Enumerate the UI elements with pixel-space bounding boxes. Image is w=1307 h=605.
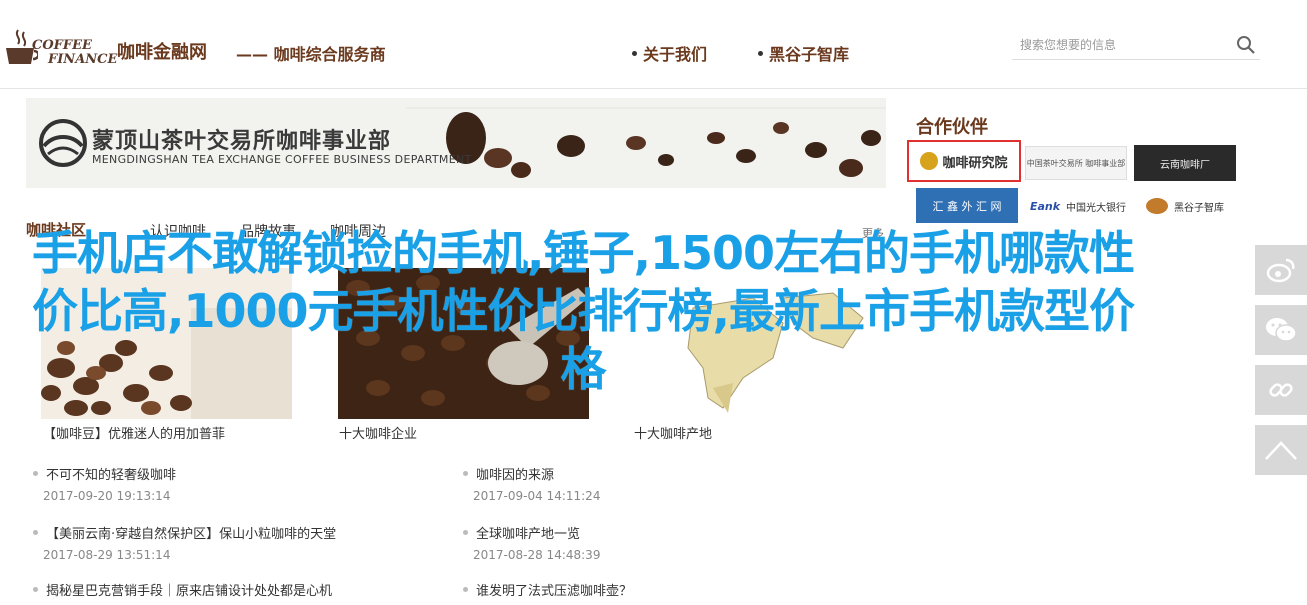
card-caption[interactable]: 十大咖啡产地 [634,423,712,442]
partner-ceb-bank[interactable]: Eank 中国光大银行 [1025,190,1131,222]
partner-label: 咖啡研究院 [942,155,1008,171]
search-box [1012,30,1260,60]
partner-coffee-research[interactable]: 咖啡研究院 [907,140,1021,182]
news-item[interactable]: 全球咖啡产地一览 2017-08-28 14:48:39 [463,523,843,569]
card-caption[interactable]: 十大咖啡企业 [339,423,417,442]
news-title: 揭秘星巴克营销手段｜原来店铺设计处处都是心机 [46,584,333,599]
partner-label: 云南咖啡厂 [1160,159,1210,171]
site-tagline: —— 咖啡综合服务商 [236,45,386,64]
nav-bullet-icon [758,51,763,56]
share-link-button[interactable] [1255,365,1307,415]
news-item[interactable]: 谁发明了法式压滤咖啡壶？ [463,580,843,605]
news-item[interactable]: 【美丽云南·穿越自然保护区】保山小粒咖啡的天堂 2017-08-29 13:51… [33,523,413,569]
nav-label: 黑谷子智库 [769,45,850,64]
bullet-icon [33,530,38,535]
partner-heiguzi[interactable]: 黑谷子智库 [1134,190,1236,222]
news-date: 2017-09-20 19:13:14 [43,489,171,503]
news-title: 全球咖啡产地一览 [476,527,581,542]
news-date: 2017-08-29 13:51:14 [43,548,171,562]
wechat-icon [1266,318,1297,342]
logo-text-finance: FINANCE [48,52,118,67]
site-title[interactable]: 咖啡金融网 [117,38,207,64]
news-title: 【美丽云南·穿越自然保护区】保山小粒咖啡的天堂 [46,527,337,542]
partner-brand: Eank [1029,199,1061,213]
partner-yunnan-coffee[interactable]: 云南咖啡厂 [1134,145,1236,181]
news-item[interactable]: 咖啡因的来源 2017-09-04 14:11:24 [463,464,843,510]
partner-label: 中国光大银行 [1066,202,1127,214]
site-header: COFFEE FINANCE 咖啡金融网 —— 咖啡综合服务商 关于我们 黑谷子… [0,0,1307,89]
bullet-icon [463,530,468,535]
news-date: 2017-09-04 14:11:24 [473,489,601,503]
weibo-icon [1266,258,1295,283]
share-weibo-button[interactable] [1255,245,1307,295]
coffee-bean-icon [1146,198,1168,214]
banner-subtitle: MENGDINGSHAN TEA EXCHANGE COFFEE BUSINES… [92,153,472,166]
banner-title: 蒙顶山茶叶交易所咖啡事业部 [92,129,392,154]
search-icon[interactable] [1236,35,1256,55]
news-title: 谁发明了法式压滤咖啡壶？ [476,584,633,599]
bullet-icon [463,471,468,476]
nav-bullet-icon [632,51,637,56]
back-to-top-icon [1265,441,1297,460]
bullet-icon [463,587,468,592]
nav-label: 关于我们 [643,45,708,64]
site-logo[interactable]: COFFEE FINANCE [4,14,117,70]
logo-text-coffee: COFFEE [32,38,92,53]
nav-link-think-tank[interactable]: 黑谷子智库 [758,41,849,65]
share-wechat-button[interactable] [1255,305,1307,355]
partners-title: 合作伙伴 [916,117,988,138]
partner-label: 中国茶叶交易所 咖啡事业部 [1026,158,1126,168]
search-input[interactable] [1020,35,1220,55]
bullet-icon [33,587,38,592]
link-icon [1269,383,1293,397]
card-caption[interactable]: 【咖啡豆】优雅迷人的用加普菲 [43,423,225,442]
partner-label: 汇 鑫 外 汇 网 [932,199,1002,213]
bullet-icon [33,471,38,476]
news-item[interactable]: 揭秘星巴克营销手段｜原来店铺设计处处都是心机 [33,580,413,605]
news-date: 2017-08-28 14:48:39 [473,548,601,562]
news-title: 咖啡因的来源 [476,468,555,483]
overlay-headline[interactable]: 手机店不敢解锁捡的手机,锤子,1500左右的手机哪款性价比高,1000元手机性价… [18,224,1148,398]
nav-link-about[interactable]: 关于我们 [632,41,707,65]
news-title: 不可不知的轻奢级咖啡 [46,468,177,483]
partner-badge-icon [920,152,939,170]
partner-huixin-forex[interactable]: 汇 鑫 外 汇 网 [916,188,1018,223]
news-item[interactable]: 不可不知的轻奢级咖啡 2017-09-20 19:13:14 [33,464,413,510]
partner-tea-exchange[interactable]: 中国茶叶交易所 咖啡事业部 [1025,146,1127,180]
back-to-top-button[interactable] [1255,425,1307,475]
partner-label: 黑谷子智库 [1174,202,1224,214]
